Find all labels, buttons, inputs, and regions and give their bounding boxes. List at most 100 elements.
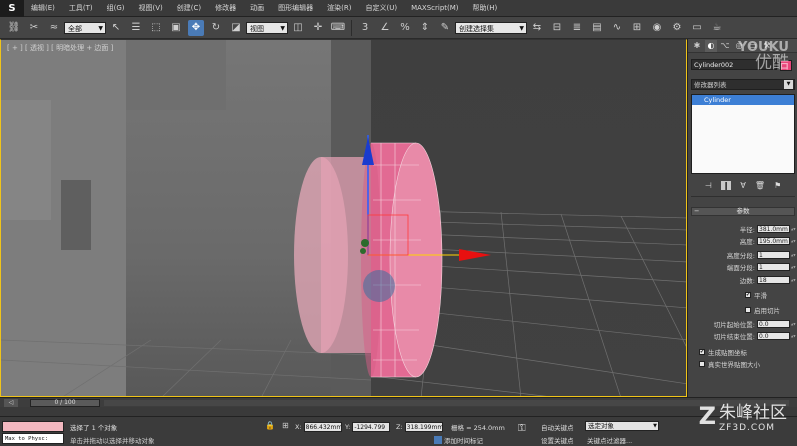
time-slider[interactable]: 0 / 100 (30, 399, 100, 407)
set-key-button[interactable]: 设置关键点 (541, 435, 574, 445)
gen-map-coords-checkbox[interactable]: ✔ (699, 349, 705, 355)
show-end-result-icon[interactable]: ❙ (720, 180, 732, 190)
select-move-icon[interactable]: ✥ (188, 19, 204, 36)
slice-on-checkbox[interactable] (745, 307, 751, 313)
viewport-label[interactable]: [ + ] [ 透视 ] [ 明暗处理 + 边面 ] (7, 43, 113, 53)
menu-view[interactable]: 视图(V) (132, 0, 170, 17)
app-logo-icon[interactable]: S (0, 0, 24, 17)
named-selection-dropdown[interactable]: 创建选择集 ▼ (455, 21, 527, 34)
y-coordinate-field[interactable]: -1294.799 (352, 421, 391, 432)
select-by-name-icon[interactable]: ☰ (128, 20, 144, 36)
make-unique-icon[interactable]: ∀ (740, 181, 745, 190)
material-editor-icon[interactable]: ◉ (649, 20, 665, 36)
gizmo-x-arrow-icon[interactable] (459, 249, 491, 261)
height-segments-field[interactable]: 1 (757, 251, 790, 259)
lock-selection-icon[interactable]: 🔒 (265, 421, 275, 430)
menu-customize[interactable]: 自定义(U) (358, 0, 404, 17)
menu-maxscript[interactable]: MAXScript(M) (404, 0, 465, 17)
window-crossing-icon[interactable]: ▣ (168, 20, 184, 36)
smooth-checkbox[interactable]: ✔ (745, 292, 751, 298)
keyboard-shortcut-override-icon[interactable]: ⌨ (330, 20, 346, 36)
spinner-icon[interactable]: ▲▼ (791, 251, 796, 259)
spinner-icon[interactable]: ▲▼ (791, 332, 796, 340)
link-icon[interactable]: ⛓ (6, 20, 22, 36)
panel-divider (691, 196, 795, 197)
rect-select-region-icon[interactable]: ⬚ (148, 20, 164, 36)
track-bar[interactable] (0, 407, 797, 417)
rendered-frame-window-icon[interactable]: ▭ (689, 20, 705, 36)
menu-animation[interactable]: 动画 (243, 0, 271, 17)
height-field[interactable]: 195.0mm (757, 237, 790, 245)
schematic-view-icon[interactable]: ⊞ (629, 20, 645, 36)
select-manipulate-icon[interactable]: ✛ (310, 20, 326, 36)
menu-rendering[interactable]: 渲染(R) (320, 0, 358, 17)
pivot-center-icon[interactable]: ◫ (290, 20, 306, 36)
x-coordinate-field[interactable]: 866.432mm (303, 421, 342, 432)
main-toolbar: ⛓ ✂ ≈ 全部 ▼ ↖ ☰ ⬚ ▣ ✥ ↻ ◪ 视图 ▼ ◫ ✛ ⌨ 3 ∠ % … (0, 17, 797, 39)
unlink-icon[interactable]: ✂ (26, 20, 42, 36)
menu-edit[interactable]: 编辑(E) (24, 0, 62, 17)
spinner-icon[interactable]: ▲▼ (791, 276, 796, 284)
maxscript-listener-mini[interactable] (2, 421, 64, 432)
modify-tab-icon[interactable]: ◐ (705, 39, 717, 52)
parameters-rollout-header[interactable]: − 参数 (691, 207, 795, 216)
remove-modifier-icon[interactable]: 🗑 (755, 181, 765, 190)
menu-tools[interactable]: 工具(T) (62, 0, 100, 17)
add-time-tag-button[interactable]: 添加时间标记 (434, 435, 483, 445)
youku-watermark-cn: 优酷 (755, 53, 789, 73)
real-world-map-checkbox[interactable] (699, 361, 705, 367)
chevron-down-icon: ▼ (784, 80, 793, 89)
menu-graph-editors[interactable]: 图形编辑器 (271, 0, 320, 17)
ref-coord-system-dropdown[interactable]: 视图 ▼ (246, 21, 288, 34)
configure-sets-icon[interactable]: ⚑ (774, 181, 781, 190)
cylinder-cap[interactable] (390, 143, 442, 377)
modifier-stack-item[interactable]: Cylinder (692, 95, 794, 105)
mirror-icon[interactable]: ⇆ (529, 20, 545, 36)
slice-to-field[interactable]: 0.0 (757, 332, 790, 340)
menu-group[interactable]: 组(G) (100, 0, 132, 17)
hierarchy-tab-icon[interactable]: ⌥ (719, 40, 731, 52)
menu-create[interactable]: 创建(C) (170, 0, 208, 17)
menu-modifiers[interactable]: 修改器 (208, 0, 243, 17)
spinner-icon[interactable]: ▲▼ (791, 237, 796, 245)
radius-field[interactable]: 381.0mm (757, 225, 790, 233)
cap-segments-field[interactable]: 1 (757, 263, 790, 271)
spinner-snap-icon[interactable]: ⇕ (417, 20, 433, 36)
pin-stack-icon[interactable]: ⊣ (705, 181, 712, 190)
select-object-icon[interactable]: ↖ (108, 20, 124, 36)
key-filters-button[interactable]: 关键点过滤器... (587, 435, 632, 445)
align-icon[interactable]: ⊟ (549, 20, 565, 36)
menu-bar: S 编辑(E) 工具(T) 组(G) 视图(V) 创建(C) 修改器 动画 图形… (0, 0, 797, 17)
layer-manager-icon[interactable]: ≣ (569, 20, 585, 36)
selection-set-dropdown[interactable]: 选定对象 ▼ (585, 421, 659, 431)
sides-field[interactable]: 18 (757, 276, 790, 284)
select-scale-icon[interactable]: ◪ (228, 20, 244, 36)
angle-snap-icon[interactable]: ∠ (377, 20, 393, 36)
snaps-toggle-icon[interactable]: 3 (357, 20, 373, 36)
render-production-icon[interactable]: ☕ (709, 20, 725, 36)
menu-help[interactable]: 帮助(H) (466, 0, 505, 17)
z-coordinate-field[interactable]: 318.199mm (404, 421, 443, 432)
select-rotate-icon[interactable]: ↻ (208, 20, 224, 36)
spinner-icon[interactable]: ▲▼ (791, 320, 796, 328)
absolute-mode-icon[interactable]: ⊞ (282, 421, 289, 430)
modifier-list-dropdown[interactable]: 修改器列表 ▼ (691, 79, 795, 90)
time-slider-track[interactable] (104, 400, 789, 406)
render-setup-icon[interactable]: ⚙ (669, 20, 685, 36)
spinner-icon[interactable]: ▲▼ (791, 263, 796, 271)
bind-space-warp-icon[interactable]: ≈ (46, 20, 62, 36)
mini-curve-toggle-icon[interactable]: ◁ (4, 399, 18, 407)
create-tab-icon[interactable]: ✱ (691, 40, 703, 52)
auto-key-button[interactable]: 自动关键点 (541, 422, 574, 432)
slice-from-field[interactable]: 0.0 (757, 320, 790, 328)
graphite-tools-icon[interactable]: ▤ (589, 20, 605, 36)
spinner-icon[interactable]: ▲▼ (791, 225, 796, 233)
selection-filter-dropdown[interactable]: 全部 ▼ (64, 21, 106, 34)
youku-watermark: YOUKU 优酷 (738, 40, 789, 72)
maxscript-input[interactable]: Max to Physc: (2, 433, 64, 444)
edit-named-selection-icon[interactable]: ✎ (437, 20, 453, 36)
perspective-viewport[interactable]: [ + ] [ 透视 ] [ 明暗处理 + 边面 ] (0, 39, 687, 397)
curve-editor-icon[interactable]: ∿ (609, 20, 625, 36)
percent-snap-icon[interactable]: % (397, 20, 413, 36)
set-key-icon[interactable]: ⚿ (518, 423, 534, 435)
